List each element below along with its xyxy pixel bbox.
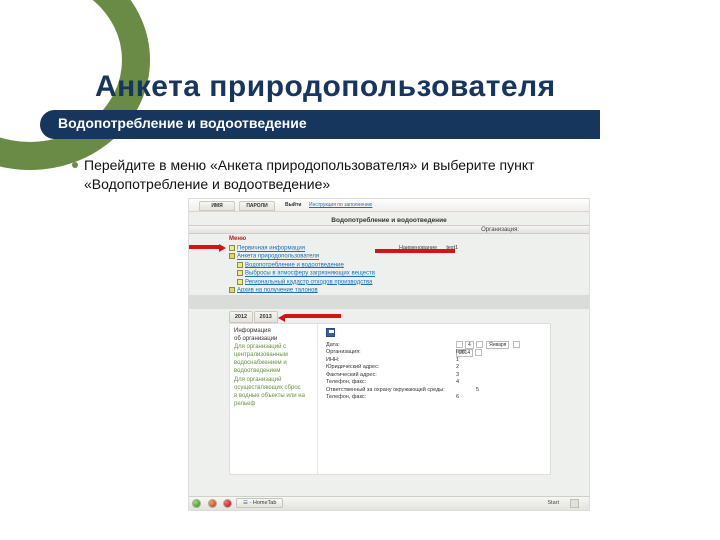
slide-title: Анкета природопользователя: [95, 70, 556, 104]
folder-icon: [237, 262, 243, 268]
sidebar-link[interactable]: Для организаций с: [234, 343, 313, 351]
label-date: Дата:: [326, 342, 340, 348]
label-resp: Ответственный за охрану окружающей среды…: [326, 387, 445, 393]
value-fact: 3: [456, 372, 459, 379]
app-topbar: ИМЯ ПАРОЛИ Выйти Инструкция по заполнени…: [189, 199, 589, 212]
taskbar-tab: ☰ - HomeTab: [236, 498, 283, 508]
subtitle-band: Водопотребление и водоотведение: [40, 110, 600, 141]
label-tel: Телефон, факс:: [326, 379, 366, 385]
year-tab-2012[interactable]: 2012: [229, 311, 253, 323]
red-arrow-icon: [189, 245, 221, 252]
folder-icon: [229, 287, 235, 293]
value-addr: 2: [456, 364, 459, 371]
tree-anketa[interactable]: Анкета природопользователя: [237, 254, 319, 260]
red-arrow-icon: [375, 249, 455, 256]
label-tel2: Телефон, факс:: [326, 394, 366, 400]
menu-heading: Меню: [229, 236, 246, 242]
taskbar-right-label: Start: [547, 500, 559, 506]
label-addr: Юридический адрес:: [326, 364, 379, 370]
taskbar-app-icon[interactable]: [223, 499, 232, 508]
taskbar-app-icon[interactable]: [208, 499, 217, 508]
os-taskbar: ☰ - HomeTab Start: [189, 496, 589, 510]
folder-icon: [237, 279, 243, 285]
logout-link[interactable]: Выйти: [285, 202, 301, 208]
panel-sidebar: Информация об организации Для организаци…: [230, 324, 318, 474]
folder-icon: [229, 253, 235, 259]
folder-icon: [237, 270, 243, 276]
value-org: test: [456, 349, 465, 356]
label-fact: Фактический адрес:: [326, 372, 377, 378]
details-panel: Информация об организации Для организаци…: [229, 323, 551, 475]
instruction-bullet: Перейдите в меню «Анкета природопользова…: [84, 156, 654, 194]
details-form: Дата: 4 Января 2014 Организация:test ИНН…: [326, 342, 526, 401]
tree-cadastre[interactable]: Региональный кадастр отходов производств…: [245, 279, 372, 285]
label-org: Организация:: [326, 349, 361, 355]
value-inn: 1: [456, 357, 459, 364]
label-inn: ИНН:: [326, 357, 339, 363]
embedded-screenshot: ИМЯ ПАРОЛИ Выйти Инструкция по заполнени…: [188, 198, 590, 511]
value-resp: 5: [476, 387, 479, 394]
tree-air[interactable]: Выбросы в атмосферу загрязняющих веществ: [245, 271, 375, 277]
organization-label: Организация:: [481, 227, 519, 233]
year-tabs: 2012 2013: [229, 311, 277, 323]
year-tab-2013[interactable]: 2013: [254, 311, 278, 323]
taskbar-tray-icon[interactable]: [570, 499, 579, 508]
sidebar-link[interactable]: Для организаций: [234, 376, 313, 384]
subtitle-text: Водопотребление и водоотведение: [58, 115, 307, 131]
value-tel: 4: [456, 379, 459, 386]
folder-icon: [229, 245, 235, 251]
separator: [189, 295, 589, 309]
taskbar-app-icon[interactable]: [192, 499, 201, 508]
tab-passwords[interactable]: ПАРОЛИ: [239, 201, 275, 211]
save-icon[interactable]: [326, 328, 335, 337]
tree-archive[interactable]: Архив на получение талонов: [237, 287, 318, 293]
value-tel2: 6: [456, 394, 459, 401]
tree-water[interactable]: Водопотребление и водоотведение: [245, 262, 344, 268]
red-arrow-icon: [285, 314, 341, 318]
panel-section-title: Информация: [234, 327, 313, 335]
subheader-bar: Организация:: [189, 225, 589, 234]
instruction-link[interactable]: Инструкция по заполнению: [309, 202, 372, 208]
tree-primary[interactable]: Первичная информация: [237, 246, 305, 252]
tab-name[interactable]: ИМЯ: [199, 201, 235, 211]
page-heading: Водопотребление и водоотведение: [189, 217, 589, 224]
